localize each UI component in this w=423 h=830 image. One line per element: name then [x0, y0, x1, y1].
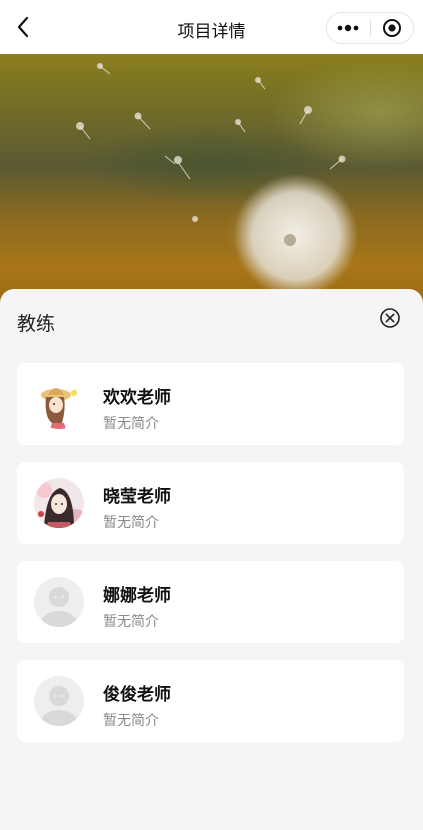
coach-name: 娜娜老师	[103, 586, 171, 606]
coach-name: 晓莹老师	[103, 487, 171, 507]
hero-image	[0, 54, 423, 304]
coach-intro: 暂无简介	[103, 416, 159, 432]
coach-card[interactable]: 欢欢老师 暂无简介	[17, 363, 404, 445]
nav-bar: 项目详情	[0, 0, 423, 54]
cartoon-girl-hat-avatar	[34, 379, 84, 429]
close-program-button[interactable]	[370, 13, 413, 43]
sheet-close-button[interactable]	[379, 307, 401, 329]
sheet-title: 教练	[17, 313, 56, 335]
coach-name: 俊俊老师	[103, 685, 171, 705]
chevron-left-icon	[17, 16, 29, 38]
circle-close-icon	[380, 308, 400, 328]
back-button[interactable]	[10, 14, 36, 40]
coach-intro: 暂无简介	[103, 515, 159, 531]
default-avatar	[34, 676, 84, 726]
coach-card[interactable]: 娜娜老师 暂无简介	[17, 561, 404, 643]
default-avatar	[34, 577, 84, 627]
target-circle-icon	[382, 19, 401, 37]
coach-intro: 暂无简介	[103, 713, 159, 729]
coach-name: 欢欢老师	[103, 388, 171, 408]
mini-program-capsule	[326, 12, 414, 44]
more-button[interactable]	[327, 13, 370, 43]
coach-card[interactable]: 晓莹老师 暂无简介	[17, 462, 404, 544]
more-dots-icon	[337, 24, 359, 32]
dandelion-illustration	[76, 63, 358, 298]
anime-portrait-avatar	[34, 478, 84, 528]
coach-intro: 暂无简介	[103, 614, 159, 630]
coach-sheet: 教练 欢欢老师 暂无简介 晓莹老师 暂无简介 娜娜老师 暂无简介 俊俊老师 暂无…	[0, 289, 423, 830]
coach-card[interactable]: 俊俊老师 暂无简介	[17, 660, 404, 742]
